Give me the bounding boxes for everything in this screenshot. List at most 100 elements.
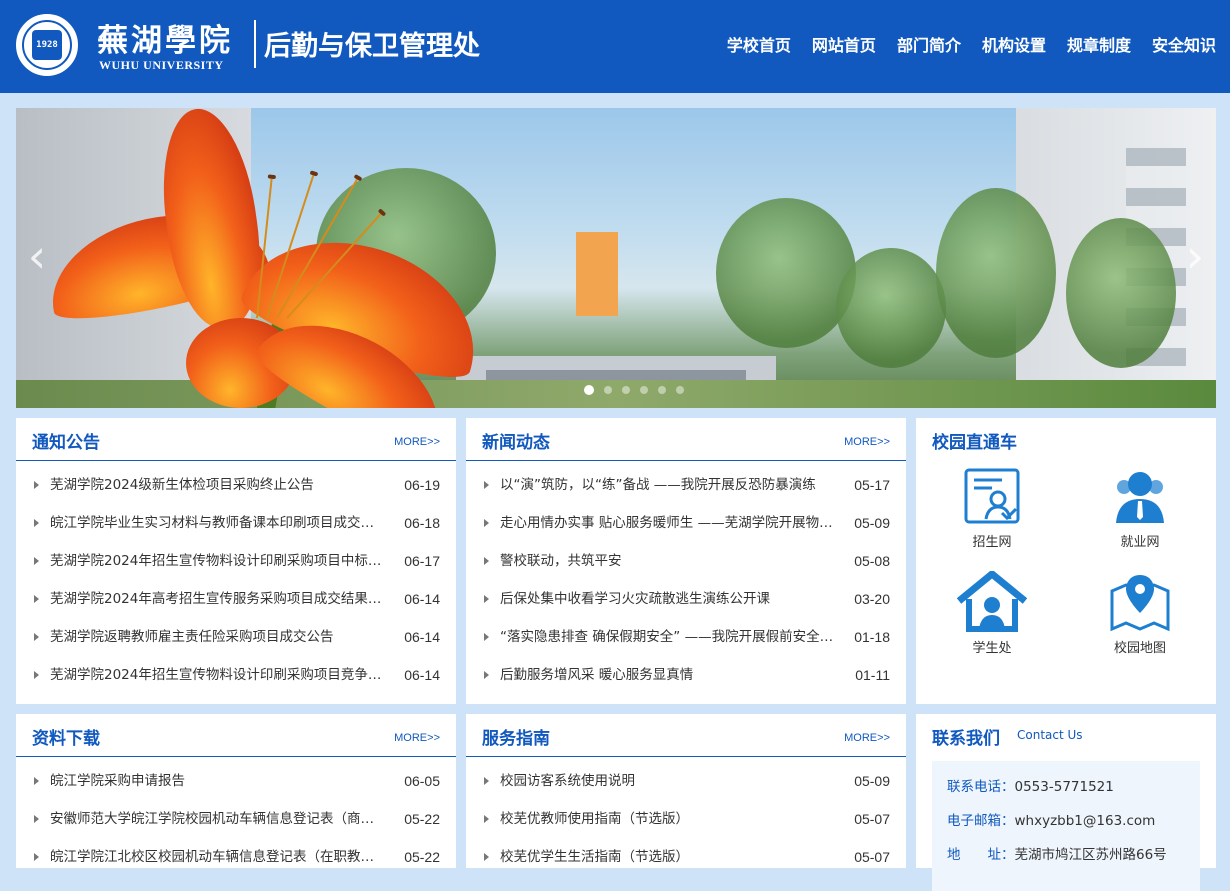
panel-subtitle: Contact Us <box>1017 728 1083 742</box>
banner-slider[interactable]: ‹ › <box>16 108 1216 408</box>
item-title: 芜湖学院2024年招生宣传物料设计印刷采购项目中标公告 <box>50 553 385 569</box>
bullet-triangle-icon <box>484 815 489 823</box>
item-date: 05-17 <box>854 477 890 493</box>
campus-link-employment[interactable]: 就业网 <box>1080 467 1200 550</box>
item-date: 05-07 <box>854 811 890 827</box>
banner-dot[interactable] <box>622 386 630 394</box>
list-item[interactable]: 走心用情办实事 贴心服务暖师生 ——芜湖学院开展物业服务活动 05-09 <box>466 504 906 542</box>
more-link[interactable]: MORE>> <box>394 732 440 744</box>
panel-header: 联系我们 Contact Us <box>916 714 1216 757</box>
list-item[interactable]: 校芜优学生生活指南（节选版） 05-07 <box>466 838 906 876</box>
school-logo[interactable]: 1928 <box>16 14 78 76</box>
list-item[interactable]: 校园访客系统使用说明 05-09 <box>466 762 906 800</box>
item-title: 芜湖学院返聘教师雇主责任险采购项目成交公告 <box>50 629 334 645</box>
list-item[interactable]: 芜湖学院2024年招生宣传物料设计印刷采购项目中标公告 06-17 <box>16 542 456 580</box>
bullet-triangle-icon <box>34 853 39 861</box>
panel-title: 资料下载 <box>32 729 100 749</box>
item-date: 05-09 <box>854 773 890 789</box>
list-item[interactable]: 芜湖学院2024年招生宣传物料设计印刷采购项目竞争性磋商公告 06-14 <box>16 656 456 694</box>
item-date: 03-20 <box>854 591 890 607</box>
nav-organization[interactable]: 机构设置 <box>982 32 1046 56</box>
contact-panel: 联系我们 Contact Us 联系电话：0553-5771521 电子邮箱：w… <box>916 714 1216 891</box>
school-name-en: WUHU UNIVERSITY <box>99 58 224 72</box>
banner-tower <box>576 232 618 316</box>
more-link[interactable]: MORE>> <box>844 436 890 448</box>
banner-dot[interactable] <box>640 386 648 394</box>
contact-value: 芜湖市鸠江区苏州路66号 <box>1014 847 1167 863</box>
campus-link-map[interactable]: 校园地图 <box>1080 571 1200 656</box>
item-title: 皖江学院毕业生实习材料与教师备课本印刷项目成交公告 <box>50 515 385 531</box>
banner-dot[interactable] <box>676 386 684 394</box>
contact-key: 联系电话： <box>947 779 1015 795</box>
bullet-triangle-icon <box>34 815 39 823</box>
more-link[interactable]: MORE>> <box>844 732 890 744</box>
list-item[interactable]: 警校联动，共筑平安 05-08 <box>466 542 906 580</box>
campus-link-label: 学生处 <box>972 641 1012 656</box>
nav-dept-intro[interactable]: 部门简介 <box>897 32 961 56</box>
list-item[interactable]: 芜湖学院返聘教师雇主责任险采购项目成交公告 06-14 <box>16 618 456 656</box>
panel-title: 通知公告 <box>32 433 100 453</box>
item-date: 05-22 <box>404 849 440 865</box>
list-item[interactable]: 芜湖学院2024级新生体检项目采购终止公告 06-19 <box>16 466 456 504</box>
item-title: 警校联动，共筑平安 <box>500 553 622 569</box>
more-link[interactable]: MORE>> <box>394 436 440 448</box>
item-title: 以“演”筑防，以“练”备战 ——我院开展反恐防暴演练 <box>500 477 816 493</box>
bullet-triangle-icon <box>484 557 489 565</box>
banner-next-arrow[interactable]: › <box>1180 233 1210 279</box>
list-item[interactable]: “落实隐患排查 确保假期安全” ——我院开展假前安全检查 01-18 <box>466 618 906 656</box>
bullet-triangle-icon <box>484 481 489 489</box>
item-date: 05-08 <box>854 553 890 569</box>
banner-dot[interactable] <box>604 386 612 394</box>
service-guide-panel: 服务指南 MORE>> 校园访客系统使用说明 05-09 校芜优教师使用指南（节选… <box>466 714 906 868</box>
main-nav: 学校首页 网站首页 部门简介 机构设置 规章制度 安全知识 <box>727 32 1216 56</box>
contact-address: 地 址：芜湖市鸠江区苏州路66号 <box>947 843 1200 877</box>
panel-title: 服务指南 <box>482 729 550 749</box>
banner-prev-arrow[interactable]: ‹ <box>22 233 52 279</box>
department-name: 后勤与保卫管理处 <box>264 31 480 62</box>
campus-link-label: 校园地图 <box>1113 641 1166 656</box>
campus-map-icon <box>1110 575 1170 632</box>
banner-dots <box>584 385 684 395</box>
item-date: 06-14 <box>404 591 440 607</box>
banner-tree <box>836 248 946 368</box>
list-item[interactable]: 以“演”筑防，以“练”备战 ——我院开展反恐防暴演练 05-17 <box>466 466 906 504</box>
list-item[interactable]: 后保处集中收看学习火灾疏散逃生演练公开课 03-20 <box>466 580 906 618</box>
bullet-triangle-icon <box>34 777 39 785</box>
bullet-triangle-icon <box>484 633 489 641</box>
banner-dot[interactable] <box>584 385 594 395</box>
contact-email: 电子邮箱：whxyzbb1@163.com <box>947 809 1200 843</box>
banner-tree <box>936 188 1056 358</box>
nav-safety[interactable]: 安全知识 <box>1152 32 1216 56</box>
list-item[interactable]: 芜湖学院2024年高考招生宣传服务采购项目成交结果公告 06-14 <box>16 580 456 618</box>
campus-link-student-office[interactable]: 学生处 <box>932 571 1052 656</box>
downloads-list: 皖江学院采购申请报告 06-05 安徽师范大学皖江学院校园机动车辆信息登记表（商户… <box>16 757 456 876</box>
campus-shortcuts-panel: 校园直通车 招生网 就业网 学生处 校园地图 <box>916 418 1216 704</box>
contact-value[interactable]: whxyzbb1@163.com <box>1015 813 1156 829</box>
bullet-triangle-icon <box>484 777 489 785</box>
list-item[interactable]: 校芜优教师使用指南（节选版） 05-07 <box>466 800 906 838</box>
item-date: 06-17 <box>404 553 440 569</box>
panel-header: 服务指南 MORE>> <box>466 714 906 757</box>
nav-site-home[interactable]: 网站首页 <box>812 32 876 56</box>
campus-link-admission[interactable]: 招生网 <box>932 467 1052 550</box>
list-item[interactable]: 后勤服务增风采 暖心服务显真情 01-11 <box>466 656 906 694</box>
list-item[interactable]: 皖江学院采购申请报告 06-05 <box>16 762 456 800</box>
nav-school-home[interactable]: 学校首页 <box>727 32 791 56</box>
contact-value[interactable]: 0553-5771521 <box>1015 779 1114 795</box>
contact-phone: 联系电话：0553-5771521 <box>947 775 1200 809</box>
school-name-cn: 蕪湖學院 <box>97 23 233 59</box>
item-title: 芜湖学院2024年招生宣传物料设计印刷采购项目竞争性磋商公告 <box>50 667 385 683</box>
banner-dot[interactable] <box>658 386 666 394</box>
logo-badge: 1928 <box>32 30 62 60</box>
contact-key: 电子邮箱： <box>947 813 1015 829</box>
item-title: 皖江学院江北校区校园机动车辆信息登记表（在职教职工） <box>50 849 385 865</box>
nav-regulations[interactable]: 规章制度 <box>1067 32 1131 56</box>
panel-title: 校园直通车 <box>932 433 1017 453</box>
list-item[interactable]: 皖江学院江北校区校园机动车辆信息登记表（在职教职工） 05-22 <box>16 838 456 876</box>
list-item[interactable]: 皖江学院毕业生实习材料与教师备课本印刷项目成交公告 06-18 <box>16 504 456 542</box>
notices-panel: 通知公告 MORE>> 芜湖学院2024级新生体检项目采购终止公告 06-19 皖… <box>16 418 456 704</box>
downloads-panel: 资料下载 MORE>> 皖江学院采购申请报告 06-05 安徽师范大学皖江学院校园… <box>16 714 456 868</box>
student-office-icon <box>956 571 1028 632</box>
list-item[interactable]: 安徽师范大学皖江学院校园机动车辆信息登记表（商户） 05-22 <box>16 800 456 838</box>
bullet-triangle-icon <box>484 519 489 527</box>
